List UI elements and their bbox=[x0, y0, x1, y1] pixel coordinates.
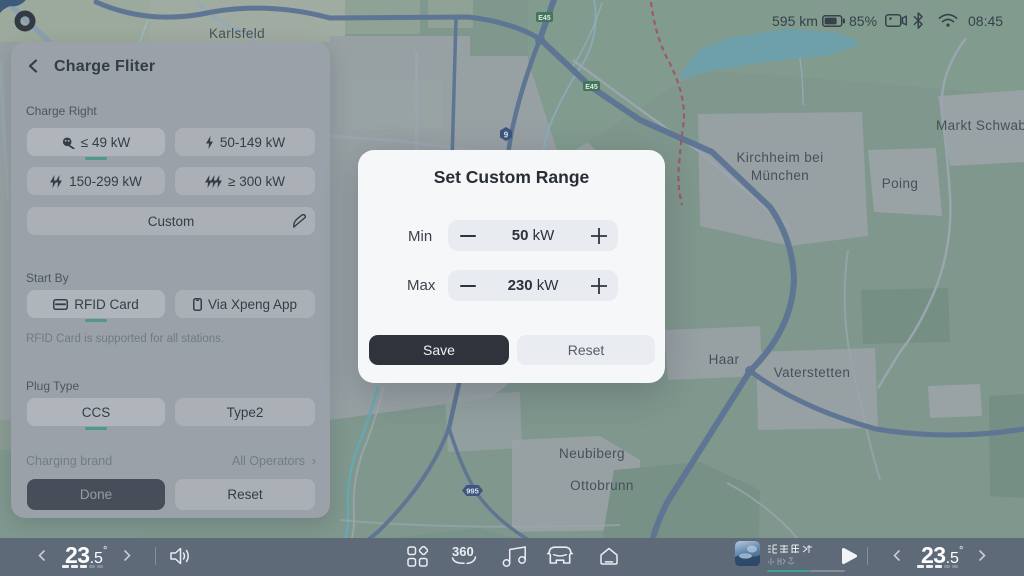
svg-text:Kirchheim bei: Kirchheim bei bbox=[737, 150, 824, 165]
svg-text:995: 995 bbox=[466, 487, 479, 496]
svg-text:Neubiberg: Neubiberg bbox=[559, 446, 625, 461]
svg-text:Markt Schwaben: Markt Schwaben bbox=[936, 118, 1024, 133]
svg-text:Haar: Haar bbox=[709, 352, 740, 367]
svg-text:E45: E45 bbox=[585, 84, 598, 91]
svg-text:Vaterstetten: Vaterstetten bbox=[774, 365, 851, 380]
svg-text:München: München bbox=[751, 168, 809, 183]
svg-text:Ottobrunn: Ottobrunn bbox=[570, 478, 634, 493]
svg-text:9: 9 bbox=[504, 131, 509, 140]
svg-text:Poing: Poing bbox=[882, 176, 919, 191]
